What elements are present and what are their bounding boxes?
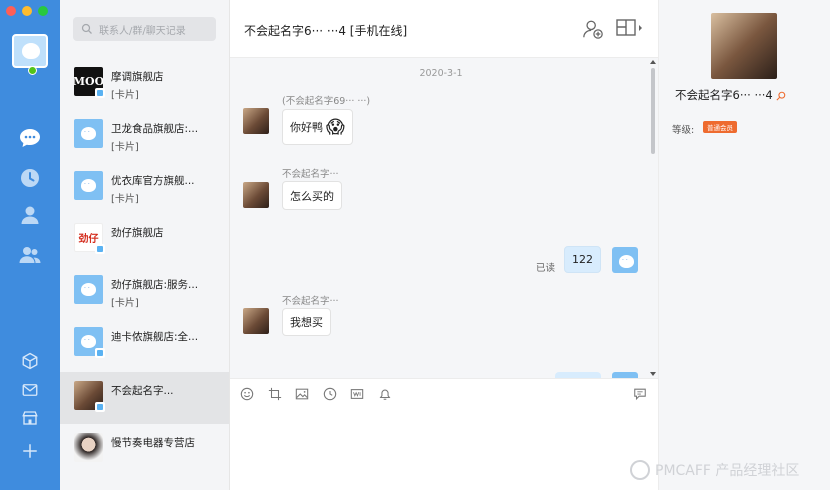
level-label: 等级: (672, 125, 695, 136)
history-icon[interactable] (323, 387, 337, 401)
sender-avatar[interactable] (243, 108, 269, 134)
my-message-bubble[interactable]: 122 (564, 246, 601, 273)
conversation-preview: [卡片] (111, 194, 139, 205)
profile-name: 不会起名字6··· ···4 (675, 87, 786, 103)
avatar (74, 119, 103, 148)
conversation-name: 卫龙食品旗舰店:... (111, 123, 199, 135)
message-history-icon[interactable] (632, 387, 648, 401)
chat-icon[interactable] (18, 126, 42, 150)
sender-name: 不会起名字··· (282, 169, 339, 180)
add-contact-icon[interactable] (582, 18, 604, 40)
profile-panel: 不会起名字6··· ···4 等级: 普通会员 (658, 0, 830, 490)
message-bubble[interactable]: 我想买 (282, 308, 331, 336)
clock-icon[interactable] (18, 166, 42, 190)
chat-header: 不会起名字6··· ···4 [手机在线] (230, 0, 658, 58)
store-badge-icon (95, 348, 105, 358)
conversation-name: 优衣库官方旗舰... (111, 175, 195, 187)
member-level-badge: 普通会员 (703, 121, 737, 133)
minimize-button[interactable] (22, 6, 32, 16)
message-list: 2020-3-1 (不会起名字69··· ···) 你好鸭 😱 不会起名字···… (230, 58, 658, 378)
scroll-down-icon[interactable] (650, 372, 656, 376)
my-avatar[interactable] (12, 34, 48, 75)
chat-panel: 不会起名字6··· ···4 [手机在线] 2020-3-1 (不会起名字69·… (230, 0, 658, 490)
sender-avatar[interactable] (243, 182, 269, 208)
store-badge-icon (95, 244, 105, 254)
message-input[interactable] (230, 408, 658, 490)
group-icon[interactable] (18, 243, 42, 267)
mail-icon[interactable] (21, 381, 39, 399)
window-controls (6, 6, 48, 16)
avatar (74, 275, 103, 304)
close-button[interactable] (6, 6, 16, 16)
crop-icon[interactable] (268, 387, 282, 401)
message-text: 你好鸭 (290, 121, 323, 134)
conversation-name: 迪卡侬旗舰店:全... (111, 331, 199, 343)
app-window: 联系人/群/聊天记录 MOO 摩调旗舰店 [卡片] 卫龙食品旗舰店:... [卡… (0, 0, 830, 490)
emoji-icon[interactable] (240, 387, 254, 401)
search-placeholder: 联系人/群/聊天记录 (99, 25, 186, 37)
store-badge-icon (95, 88, 105, 98)
list-item[interactable]: 劲仔旗舰店:服务... [卡片] (60, 266, 229, 318)
avatar (74, 171, 103, 200)
conversation-name: 劲仔旗舰店 (111, 227, 164, 239)
read-status: 已读 (535, 263, 555, 274)
zoom-button[interactable] (38, 6, 48, 16)
conversation-name: 摩调旗舰店 (111, 71, 164, 83)
chat-scrollbar[interactable] (648, 58, 658, 378)
list-item[interactable]: 劲仔 劲仔旗舰店 (60, 214, 229, 266)
search-input[interactable]: 联系人/群/聊天记录 (73, 17, 216, 41)
conversation-preview: [卡片] (111, 298, 139, 309)
cube-icon[interactable] (21, 352, 39, 370)
list-item[interactable]: 优衣库官方旗舰... [卡片] (60, 162, 229, 214)
list-item[interactable]: 慢节奏电器专营店 (60, 424, 229, 476)
scroll-up-icon[interactable] (650, 60, 656, 64)
plus-icon[interactable] (21, 442, 39, 460)
bell-icon[interactable] (378, 387, 392, 401)
left-rail (0, 0, 60, 490)
sender-avatar[interactable] (243, 308, 269, 334)
scrollbar-thumb[interactable] (651, 68, 655, 154)
store-icon[interactable] (21, 409, 39, 427)
conversation-preview: [卡片] (111, 90, 139, 101)
message-text: 怎么买的 (290, 189, 334, 203)
store-badge-icon (95, 402, 105, 412)
list-item[interactable]: 迪卡侬旗舰店:全... (60, 318, 229, 370)
conversation-name: 劲仔旗舰店:服务... (111, 279, 199, 291)
conversation-name: 慢节奏电器专营店 (111, 437, 195, 449)
watermark-text: PMCAFF 产品经理社区 (655, 463, 800, 479)
image-icon[interactable] (295, 387, 309, 401)
profile-avatar[interactable] (711, 13, 777, 79)
conversation-name: 不会起名字... (111, 385, 174, 397)
avatar (74, 433, 103, 462)
message-bubble[interactable]: 你好鸭 😱 (282, 109, 353, 145)
input-toolbar (230, 378, 658, 408)
product-icon[interactable] (350, 387, 364, 401)
search-user-icon[interactable] (776, 91, 786, 101)
my-avatar[interactable] (612, 247, 638, 273)
sender-name: (不会起名字69··· ···) (282, 96, 371, 107)
chat-title: 不会起名字6··· ···4 [手机在线] (244, 24, 408, 38)
conversation-preview: [卡片] (111, 142, 139, 153)
scream-emoji-icon: 😱 (326, 116, 345, 138)
layout-toggle-icon[interactable] (616, 18, 644, 38)
sender-name: 不会起名字··· (282, 296, 339, 307)
contact-icon[interactable] (18, 203, 42, 227)
watermark: PMCAFF 产品经理社区 (630, 460, 799, 480)
list-item[interactable]: 卫龙食品旗舰店:... [卡片] (60, 110, 229, 162)
message-bubble[interactable]: 怎么买的 (282, 181, 342, 210)
online-status-icon (28, 66, 37, 75)
message-text: 我想买 (290, 316, 323, 329)
list-item[interactable]: MOO 摩调旗舰店 [卡片] (60, 58, 229, 110)
message-text: 122 (572, 253, 593, 266)
conversation-list: 联系人/群/聊天记录 MOO 摩调旗舰店 [卡片] 卫龙食品旗舰店:... [卡… (60, 0, 230, 490)
pmcaff-logo-icon (630, 460, 650, 480)
date-divider: 2020-3-1 (419, 68, 463, 79)
list-item-active[interactable]: 不会起名字... (60, 372, 229, 424)
search-icon (81, 23, 92, 34)
